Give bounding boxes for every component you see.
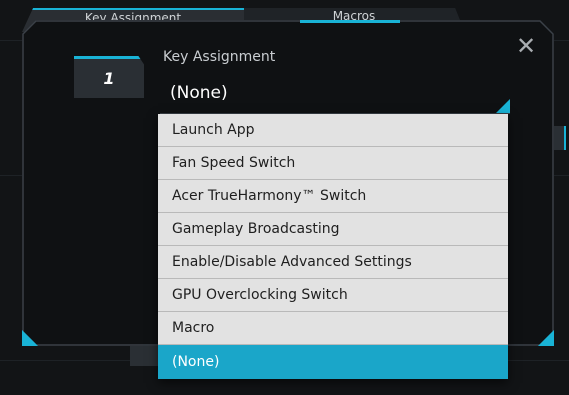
field-label: Key Assignment	[163, 49, 276, 65]
dropdown-option-gpu-overclocking[interactable]: GPU Overclocking Switch	[158, 279, 508, 312]
key-assignment-select[interactable]: (None)	[160, 80, 510, 114]
dropdown-option-macro[interactable]: Macro	[158, 312, 508, 345]
dialog-accent	[300, 20, 400, 23]
corner-accent	[538, 330, 554, 346]
close-icon[interactable]: ✕	[514, 34, 538, 58]
dropdown-option-trueharmony-switch[interactable]: Acer TrueHarmony™ Switch	[158, 180, 508, 213]
dropdown-option-launch-app[interactable]: Launch App	[158, 114, 508, 147]
key-number: 1	[103, 69, 115, 88]
dropdown-corner-icon	[496, 99, 510, 113]
dropdown-option-none[interactable]: (None)	[158, 345, 508, 379]
key-badge: 1	[74, 56, 144, 98]
dropdown-list: Launch App Fan Speed Switch Acer TrueHar…	[158, 114, 508, 379]
dropdown-option-gameplay-broadcasting[interactable]: Gameplay Broadcasting	[158, 213, 508, 246]
background-button	[130, 346, 160, 366]
dropdown-option-fan-speed-switch[interactable]: Fan Speed Switch	[158, 147, 508, 180]
select-value: (None)	[170, 83, 228, 103]
dropdown-option-advanced-settings[interactable]: Enable/Disable Advanced Settings	[158, 246, 508, 279]
corner-accent	[22, 330, 38, 346]
